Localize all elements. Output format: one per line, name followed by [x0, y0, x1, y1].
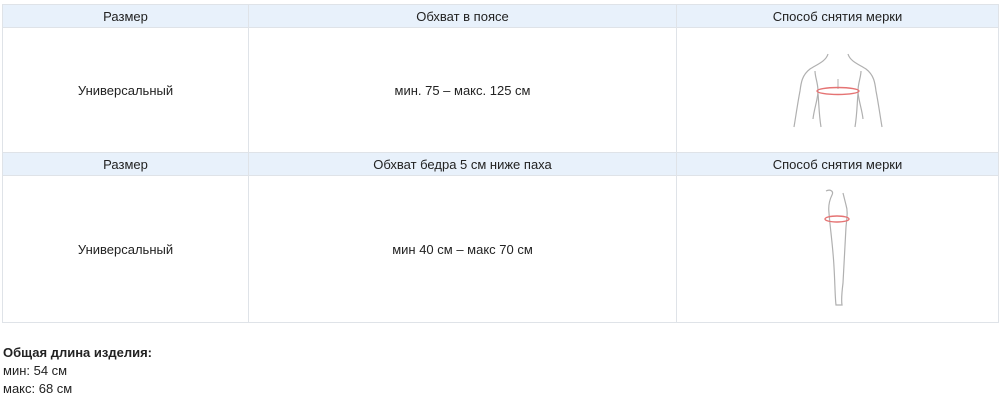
- table1-header-measure: Обхват в поясе: [248, 4, 677, 28]
- table1-header-size: Размер: [2, 4, 249, 28]
- table1-method-cell: [676, 27, 999, 153]
- table1-header-method: Способ снятия мерки: [676, 4, 999, 28]
- table2-method-cell: [676, 175, 999, 323]
- table2-header-method: Способ снятия мерки: [676, 152, 999, 176]
- table1-measure-cell: мин. 75 – макс. 125 см: [248, 27, 677, 153]
- table1-header-row: Размер Обхват в поясе Способ снятия мерк…: [2, 4, 999, 28]
- product-length-info: Общая длина изделия: мин: 54 см макс: 68…: [3, 344, 152, 398]
- table2-row: Универсальный мин 40 см – макс 70 см: [2, 175, 999, 323]
- table2-size-cell: Универсальный: [2, 175, 249, 323]
- product-length-max: макс: 68 см: [3, 381, 73, 396]
- thigh-measurement-icon: [823, 189, 850, 306]
- product-length-min: мин: 54 см: [3, 363, 68, 378]
- table2-header-size: Размер: [2, 152, 249, 176]
- product-length-heading: Общая длина изделия:: [3, 345, 152, 360]
- table1-size-cell: Универсальный: [2, 27, 249, 153]
- table2-measure-cell: мин 40 см – макс 70 см: [248, 175, 677, 323]
- waist-measurement-icon: [792, 53, 883, 128]
- size-table: Размер Обхват в поясе Способ снятия мерк…: [2, 4, 999, 323]
- table1-row: Универсальный мин. 75 – макс. 125 см: [2, 27, 999, 153]
- table2-header-measure: Обхват бедра 5 см ниже паха: [248, 152, 677, 176]
- table2-header-row: Размер Обхват бедра 5 см ниже паха Спосо…: [2, 152, 999, 176]
